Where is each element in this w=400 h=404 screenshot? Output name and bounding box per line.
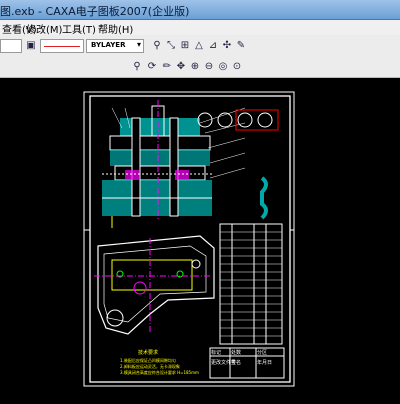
- title-block: 标记 处数 分区 更改文件号 签名 年月日: [209, 347, 285, 379]
- sheet-frame: [89, 95, 291, 383]
- zoom-all-icon[interactable]: ◎: [216, 60, 230, 74]
- color-swatch: [44, 46, 80, 47]
- layer-combo[interactable]: [0, 39, 22, 53]
- zoom-out-icon[interactable]: ⊖: [202, 60, 216, 74]
- part-detail-view: [260, 176, 268, 220]
- pan-icon[interactable]: ⤡: [164, 39, 178, 53]
- plan-view: [94, 235, 215, 335]
- color-combo[interactable]: [40, 39, 84, 53]
- assembly-section-view: [102, 100, 246, 228]
- layer-icon[interactable]: ▣: [24, 39, 38, 53]
- window-title: 图.exb - CAXA电子图板2007(企业版): [0, 5, 190, 18]
- title-bar: 图.exb - CAXA电子图板2007(企业版): [0, 0, 400, 20]
- zoom-window-icon[interactable]: ⚲: [130, 60, 144, 74]
- title-block-label: 年月日: [257, 359, 272, 366]
- note-line: 3.模具闭合高度应符合设计要求 H=185mm: [120, 369, 199, 375]
- title-block-label: 标记: [211, 349, 221, 356]
- grid-icon[interactable]: ⊞: [178, 39, 192, 53]
- note-line: 1.装配后应保证凸凹模间隙均匀: [120, 357, 176, 363]
- notes-title: 技术要求: [138, 349, 158, 356]
- note-line: 2.卸料板应运动灵活，无卡滞现象: [120, 363, 180, 369]
- measure-icon[interactable]: ⊿: [206, 39, 220, 53]
- zoom-in-icon[interactable]: ⊕: [188, 60, 202, 74]
- view-toolbar: ⚲ ⟳ ✏ ✥ ⊕ ⊖ ◎ ⊙: [0, 57, 400, 78]
- pencil-icon[interactable]: ✏: [160, 60, 174, 74]
- menu-help[interactable]: 帮助(H): [98, 21, 133, 36]
- strip-layout: [197, 109, 279, 131]
- redraw-icon[interactable]: ⟳: [145, 60, 159, 74]
- title-block-label: 分区: [257, 349, 267, 356]
- edit-icon[interactable]: ✎: [234, 39, 248, 53]
- bill-of-materials: [219, 223, 283, 345]
- menu-tools[interactable]: 工具(T): [62, 21, 96, 36]
- zoom-icon[interactable]: ⚲: [150, 39, 164, 53]
- technical-notes: 技术要求 1.装配后应保证凸凹模间隙均匀 2.卸料板应运动灵活，无卡滞现象 3.…: [120, 349, 199, 375]
- title-block-label: 签名: [231, 359, 241, 366]
- linetype-label: BYLAYER: [91, 41, 126, 49]
- triangle-icon[interactable]: △: [192, 39, 206, 53]
- drawing-canvas[interactable]: 标记 处数 分区 更改文件号 签名 年月日 技术要求 1.装配后应保证凸凹模间隙…: [0, 78, 400, 400]
- menu-modify[interactable]: 修改(M): [26, 21, 62, 36]
- menu-bar: 查看(V) 修改(M) 工具(T) 帮助(H): [0, 20, 400, 36]
- snap-icon[interactable]: ✣: [220, 39, 234, 53]
- linetype-combo[interactable]: BYLAYER ▾: [86, 39, 144, 53]
- chevron-down-icon: ▾: [136, 40, 141, 49]
- pan-view-icon[interactable]: ✥: [174, 60, 188, 74]
- drawing-svg: 标记 处数 分区 更改文件号 签名 年月日 技术要求 1.装配后应保证凸凹模间隙…: [83, 91, 295, 387]
- title-block-label: 处数: [231, 349, 241, 356]
- zoom-extent-icon[interactable]: ⊙: [230, 60, 244, 74]
- properties-toolbar: ▣ BYLAYER ▾ ⚲ ⤡ ⊞ △ ⊿ ✣ ✎: [0, 35, 400, 58]
